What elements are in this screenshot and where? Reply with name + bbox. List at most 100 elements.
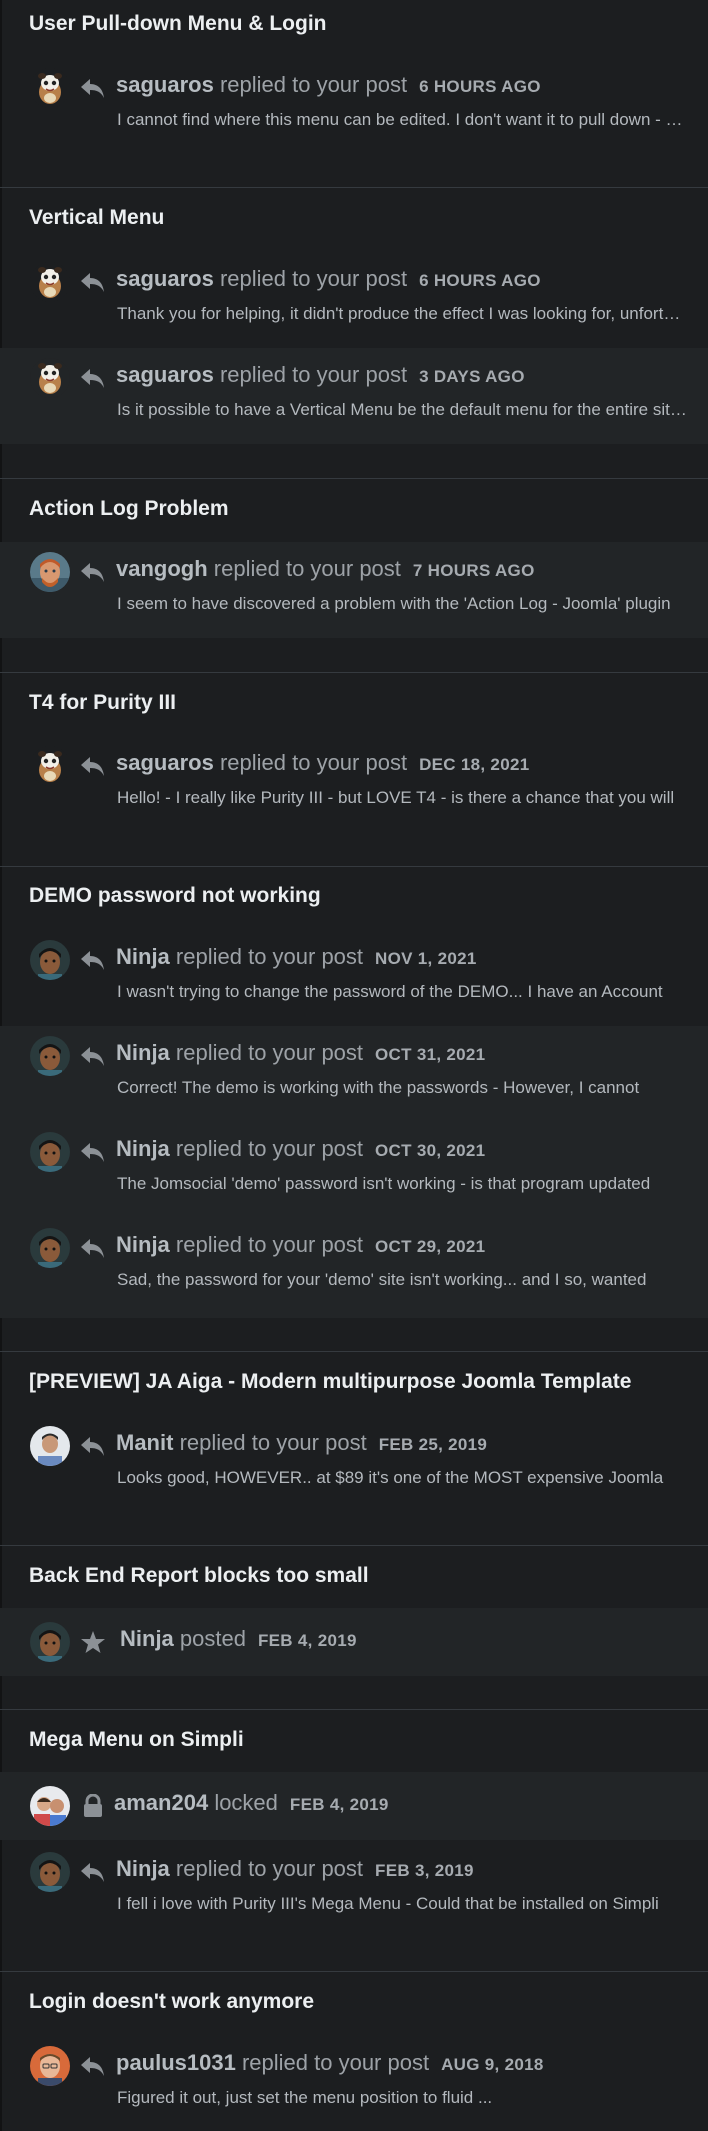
reply-icon xyxy=(80,1860,106,1884)
ninja-avatar[interactable] xyxy=(30,1132,70,1172)
post-snippet[interactable]: The Jomsocial 'demo' password isn't work… xyxy=(117,1174,687,1194)
paulus-avatar[interactable] xyxy=(30,2046,70,2086)
activity-verb: replied to your post xyxy=(219,266,408,291)
post-snippet[interactable]: Looks good, HOWEVER.. at $89 it's one of… xyxy=(117,1468,687,1488)
topic-title[interactable]: Login doesn't work anymore xyxy=(29,1990,314,2014)
manit-avatar[interactable] xyxy=(30,1426,70,1466)
activity-line: Ninja replied to your post NOV 1, 2021 xyxy=(116,944,477,970)
topic-title[interactable]: DEMO password not working xyxy=(29,884,321,908)
activity-verb: replied to your post xyxy=(219,72,408,97)
topic-title[interactable]: T4 for Purity III xyxy=(29,691,176,715)
username-link[interactable]: Ninja xyxy=(116,1232,170,1257)
saguaros-avatar[interactable] xyxy=(30,262,70,302)
group-divider xyxy=(0,1709,708,1710)
ninja-avatar[interactable] xyxy=(30,1036,70,1076)
post-snippet[interactable]: Figured it out, just set the menu positi… xyxy=(117,2088,687,2108)
activity-line: saguaros replied to your post 6 HOURS AGO xyxy=(116,72,541,98)
feed-item[interactable]: Ninja replied to your post NOV 1, 2021 I … xyxy=(0,930,708,1010)
activity-line: Ninja replied to your post FEB 3, 2019 xyxy=(116,1856,474,1882)
post-snippet[interactable]: I cannot find where this menu can be edi… xyxy=(117,110,687,130)
ninja-avatar[interactable] xyxy=(30,940,70,980)
activity-date: 6 HOURS AGO xyxy=(419,77,541,96)
activity-verb: replied to your post xyxy=(219,750,408,775)
username-link[interactable]: saguaros xyxy=(116,266,214,291)
reply-icon xyxy=(80,754,106,778)
feed-item[interactable]: Ninja replied to your post FEB 3, 2019 I … xyxy=(0,1840,708,1936)
saguaros-avatar[interactable] xyxy=(30,68,70,108)
activity-verb: replied to your post xyxy=(213,556,401,581)
username-link[interactable]: saguaros xyxy=(116,72,214,97)
username-link[interactable]: vangogh xyxy=(116,556,208,581)
ninja-avatar[interactable] xyxy=(30,1622,70,1662)
feed-item[interactable]: Ninja replied to your post OCT 31, 2021 C… xyxy=(0,1026,708,1122)
saguaros-avatar[interactable] xyxy=(30,358,70,398)
activity-line: saguaros replied to your post 3 DAYS AGO xyxy=(116,362,525,388)
username-link[interactable]: Ninja xyxy=(120,1626,174,1651)
feed-item[interactable]: Ninja replied to your post OCT 30, 2021 T… xyxy=(0,1122,708,1218)
topic-title[interactable]: Mega Menu on Simpli xyxy=(29,1728,244,1752)
username-link[interactable]: aman204 xyxy=(114,1790,208,1815)
activity-line: Ninja replied to your post OCT 30, 2021 xyxy=(116,1136,485,1162)
feed-item[interactable]: saguaros replied to your post 3 DAYS AGO … xyxy=(0,348,708,444)
group-divider xyxy=(0,672,708,673)
topic-title[interactable]: Vertical Menu xyxy=(29,206,164,230)
feed-item[interactable]: saguaros replied to your post 6 HOURS AGO… xyxy=(0,58,708,134)
username-link[interactable]: Ninja xyxy=(116,944,170,969)
activity-verb: locked xyxy=(214,1790,278,1815)
activity-date: FEB 3, 2019 xyxy=(375,1861,474,1880)
username-link[interactable]: Manit xyxy=(116,1430,173,1455)
username-link[interactable]: saguaros xyxy=(116,362,214,387)
topic-title[interactable]: [PREVIEW] JA Aiga - Modern multipurpose … xyxy=(29,1370,631,1394)
vangogh-avatar[interactable] xyxy=(30,552,70,592)
activity-verb: replied to your post xyxy=(219,362,408,387)
reply-icon xyxy=(80,948,106,972)
activity-feed: User Pull-down Menu & Login saguaros rep… xyxy=(0,0,708,2131)
reply-icon xyxy=(80,1044,106,1068)
activity-date: OCT 29, 2021 xyxy=(375,1237,486,1256)
activity-date: 7 HOURS AGO xyxy=(412,561,535,580)
username-link[interactable]: paulus1031 xyxy=(116,2050,236,2075)
reply-icon xyxy=(80,1140,106,1164)
activity-verb: replied to your post xyxy=(175,1232,364,1257)
activity-line: paulus1031 replied to your post AUG 9, 20… xyxy=(116,2050,544,2076)
feed-item[interactable]: vangogh replied to your post 7 HOURS AGO … xyxy=(0,542,708,638)
feed-item[interactable]: Ninja replied to your post OCT 29, 2021 S… xyxy=(0,1218,708,1318)
topic-title[interactable]: Action Log Problem xyxy=(29,497,229,521)
post-snippet[interactable]: I seem to have discovered a problem with… xyxy=(117,594,687,614)
username-link[interactable]: Ninja xyxy=(116,1040,170,1065)
feed-item[interactable]: saguaros replied to your post 6 HOURS AGO… xyxy=(0,252,708,332)
post-snippet[interactable]: Is it possible to have a Vertical Menu b… xyxy=(117,400,687,420)
aman204-avatar[interactable] xyxy=(30,1786,70,1826)
post-snippet[interactable]: Sad, the password for your 'demo' site i… xyxy=(117,1270,687,1290)
feed-item[interactable]: Ninja posted FEB 4, 2019 xyxy=(0,1608,708,1676)
post-snippet[interactable]: Correct! The demo is working with the pa… xyxy=(117,1078,687,1098)
username-link[interactable]: Ninja xyxy=(116,1136,170,1161)
ninja-avatar[interactable] xyxy=(30,1852,70,1892)
feed-item[interactable]: aman204 locked FEB 4, 2019 xyxy=(0,1772,708,1840)
activity-date: FEB 4, 2019 xyxy=(257,1631,357,1650)
feed-item[interactable]: saguaros replied to your post DEC 18, 202… xyxy=(0,736,708,816)
username-link[interactable]: Ninja xyxy=(116,1856,170,1881)
topic-title[interactable]: User Pull-down Menu & Login xyxy=(29,12,327,36)
activity-line: Ninja replied to your post OCT 31, 2021 xyxy=(116,1040,485,1066)
post-snippet[interactable]: I fell i love with Purity III's Mega Men… xyxy=(117,1894,687,1914)
activity-date: OCT 31, 2021 xyxy=(375,1045,486,1064)
saguaros-avatar[interactable] xyxy=(30,746,70,786)
activity-line: Manit replied to your post FEB 25, 2019 xyxy=(116,1430,487,1456)
ninja-avatar[interactable] xyxy=(30,1228,70,1268)
activity-verb: replied to your post xyxy=(175,1040,364,1065)
activity-date: FEB 25, 2019 xyxy=(378,1435,488,1454)
feed-item[interactable]: paulus1031 replied to your post AUG 9, 20… xyxy=(0,2036,708,2131)
reply-icon xyxy=(80,76,106,100)
reply-icon xyxy=(80,1236,106,1260)
activity-line: Ninja posted FEB 4, 2019 xyxy=(120,1626,357,1652)
username-link[interactable]: saguaros xyxy=(116,750,214,775)
group-divider xyxy=(0,1351,708,1352)
activity-date: 3 DAYS AGO xyxy=(419,367,525,386)
post-snippet[interactable]: I wasn't trying to change the password o… xyxy=(117,982,687,1002)
post-snippet[interactable]: Hello! - I really like Purity III - but … xyxy=(117,788,687,808)
feed-item[interactable]: Manit replied to your post FEB 25, 2019 L… xyxy=(0,1416,708,1496)
group-divider xyxy=(0,1971,708,1972)
post-snippet[interactable]: Thank you for helping, it didn't produce… xyxy=(117,304,687,324)
topic-title[interactable]: Back End Report blocks too small xyxy=(29,1564,369,1588)
